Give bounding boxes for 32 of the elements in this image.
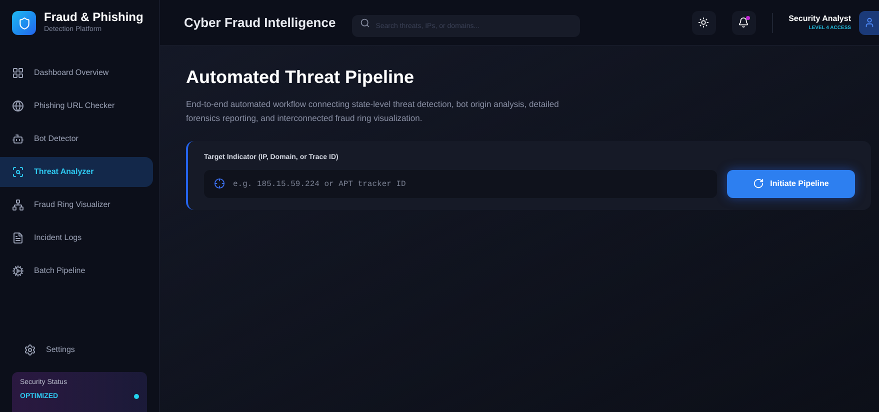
sidebar-item[interactable]: Phishing URL Checker xyxy=(0,91,153,121)
notifications-button[interactable] xyxy=(732,10,756,34)
sidebar-item[interactable]: Incident Logs xyxy=(0,223,153,253)
settings-icon xyxy=(24,344,36,356)
robot-icon xyxy=(12,133,24,145)
target-input-field[interactable]: e.g. 185.15.59.224 or APT tracker ID xyxy=(204,170,717,198)
initiate-pipeline-button[interactable]: Initiate Pipeline xyxy=(727,170,855,198)
theme-button[interactable] xyxy=(692,10,716,34)
globe-icon xyxy=(12,100,24,112)
avatar-button[interactable] xyxy=(859,10,879,34)
sidebar-item[interactable]: Batch Pipeline xyxy=(0,256,153,286)
sidebar-item[interactable]: Fraud Ring Visualizer xyxy=(0,190,153,220)
search-icon xyxy=(360,18,370,28)
sidebar-item[interactable]: Dashboard Overview xyxy=(0,58,153,88)
page-description: End-to-end automated workflow connecting state-level threat detection, bot origin analysis, detailed forensics reporting, and interconnected fraud ring visualization. xyxy=(186,98,560,125)
page-title: Automated Threat Pipeline xyxy=(186,66,416,89)
app-title: Cyber Fraud Intelligence xyxy=(184,14,336,32)
user-icon xyxy=(864,17,874,28)
sidebar-item[interactable]: Bot Detector xyxy=(0,124,153,154)
grid-icon xyxy=(12,67,24,79)
brand-title: Fraud & Phishing xyxy=(44,10,144,26)
shield-logo-icon xyxy=(12,11,36,35)
bell-icon xyxy=(738,17,750,28)
magnifier-icon xyxy=(12,166,24,178)
target-icon xyxy=(214,178,225,188)
settings-item[interactable]: Settings xyxy=(0,338,159,362)
sidebar-item[interactable]: Threat Analyzer xyxy=(0,157,153,187)
refresh-icon xyxy=(753,178,764,189)
sun-icon xyxy=(698,17,710,28)
document-icon xyxy=(12,232,24,244)
network-icon xyxy=(12,199,24,211)
user-name: Security Analyst xyxy=(788,12,851,25)
